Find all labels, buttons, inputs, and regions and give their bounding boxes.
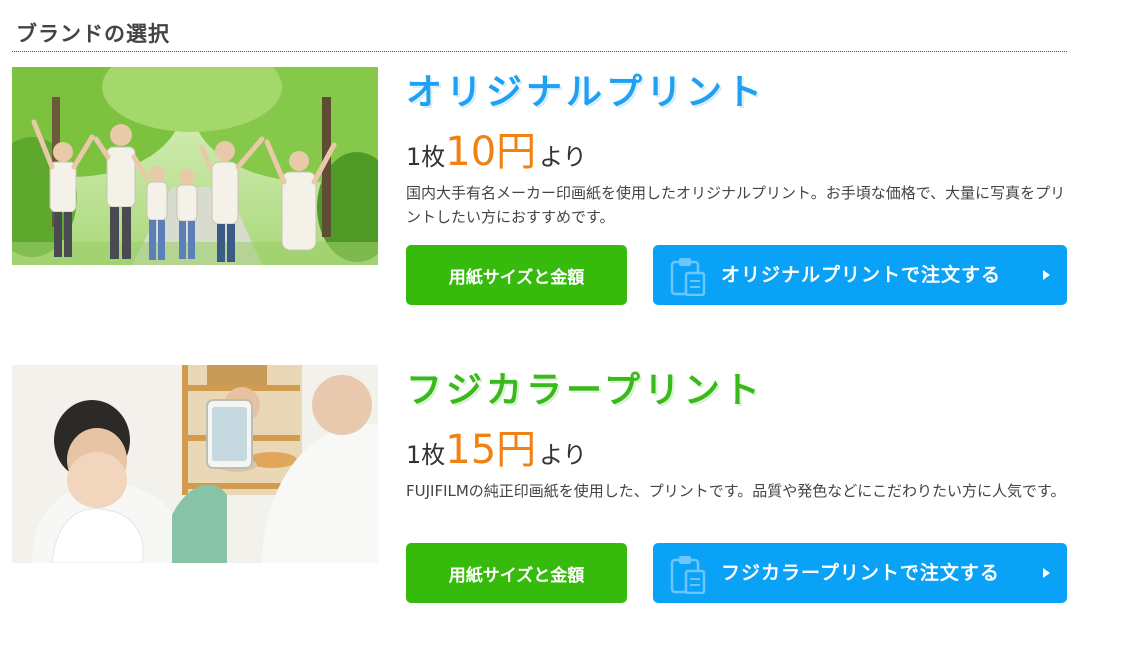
triangle-right-icon [1043, 568, 1050, 578]
price-amount: 15円 [445, 427, 537, 473]
price-amount: 10円 [445, 129, 537, 175]
paper-size-price-button[interactable]: 用紙サイズと金額 [406, 245, 627, 305]
clipboard-icon [669, 256, 707, 297]
triangle-right-icon [1043, 270, 1050, 280]
clipboard-icon [669, 554, 707, 595]
price-suffix: より [539, 441, 587, 469]
paper-size-price-button[interactable]: 用紙サイズと金額 [406, 543, 627, 603]
brand-description: FUJIFILMの純正印画紙を使用した、プリントです。品質や発色などにこだわりた… [406, 482, 1066, 500]
price-unit: 1枚 [406, 441, 446, 469]
section-divider [12, 51, 1067, 52]
order-button-label: オリジナルプリントで注文する [721, 264, 1002, 286]
brand-name: オリジナルプリント [406, 72, 767, 113]
price: 1枚15円 より [406, 417, 587, 475]
price-unit: 1枚 [406, 143, 446, 171]
brand-fujicolor-print: フジカラープリント 1枚15円 より FUJIFILMの純正印画紙を使用した、プリ… [12, 365, 1067, 605]
price-suffix: より [539, 143, 587, 171]
section-title: ブランドの選択 [16, 22, 170, 46]
brand-original-print: オリジナルプリント 1枚10円 より 国内大手有名メーカー印画紙を使用したオリジナ… [12, 67, 1067, 307]
brand-name: フジカラープリント [406, 370, 764, 411]
order-fujicolor-print-button[interactable]: フジカラープリントで注文する [653, 543, 1067, 603]
brand-description: 国内大手有名メーカー印画紙を使用したオリジナルプリント。お手頃な価格で、大量に写… [406, 184, 1066, 226]
family-outdoor-photo [12, 67, 378, 265]
order-button-label: フジカラープリントで注文する [721, 562, 1000, 584]
parent-baby-photo [12, 365, 378, 563]
order-original-print-button[interactable]: オリジナルプリントで注文する [653, 245, 1067, 305]
price: 1枚10円 より [406, 119, 587, 177]
